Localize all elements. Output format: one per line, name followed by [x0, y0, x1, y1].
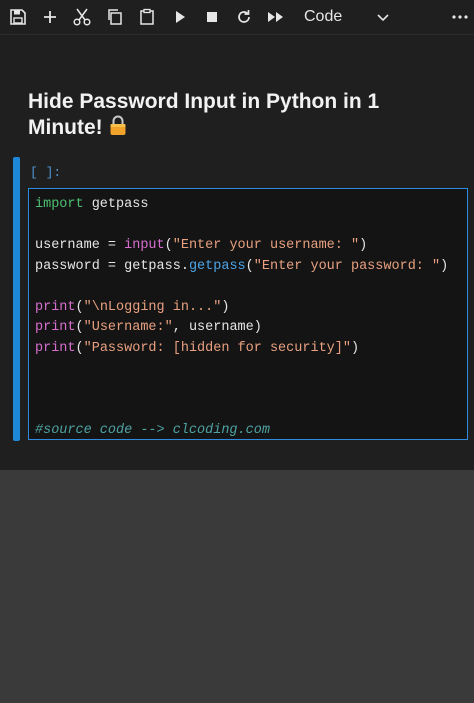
code-token: "Username:" — [83, 320, 173, 335]
code-line: print("\nLogging in...") — [35, 298, 448, 319]
code-token: ( — [245, 258, 254, 274]
code-token: ( — [75, 299, 84, 315]
paste-icon — [140, 8, 154, 25]
code-token: ) — [359, 238, 368, 253]
code-token: "Enter your username: " — [172, 238, 360, 253]
code-token: "\nLogging in..." — [83, 299, 222, 315]
interrupt-kernel-button[interactable] — [200, 5, 224, 29]
restart-icon — [238, 10, 250, 23]
save-button[interactable] — [6, 5, 30, 29]
code-token: ( — [75, 320, 84, 335]
code-token: "Enter your password: " — [253, 258, 441, 274]
notebook-toolbar: Code — [0, 0, 474, 35]
save-icon — [10, 9, 26, 25]
code-line: #source code --> clcoding.com — [35, 421, 448, 442]
code-line: import getpass — [35, 195, 448, 216]
code-token: ( — [75, 340, 84, 356]
run-cell-button[interactable] — [168, 5, 192, 29]
code-editor[interactable]: import getpass username = input("Enter y… — [28, 188, 468, 440]
code-token: ( — [164, 238, 173, 253]
lock-icon — [107, 114, 129, 142]
restart-kernel-button[interactable] — [232, 5, 256, 29]
code-token: import — [35, 197, 84, 212]
cell-active-indicator — [13, 157, 20, 441]
code-token: getpass — [188, 258, 246, 274]
code-token: password = getpass. — [35, 258, 189, 274]
code-token: username = — [35, 238, 125, 253]
add-cell-button[interactable] — [38, 5, 62, 29]
cut-cell-button[interactable] — [70, 5, 94, 29]
markdown-heading: Hide Password Input in Python in 1 Minut… — [28, 90, 448, 142]
cut-icon — [73, 8, 91, 26]
code-cell[interactable]: [ ]: import getpass username = input("En… — [13, 157, 471, 443]
copy-cell-button[interactable] — [103, 5, 127, 29]
code-token: print — [35, 320, 76, 335]
run-all-icon — [268, 12, 283, 22]
code-token: input — [124, 238, 165, 253]
copy-icon — [108, 9, 122, 25]
code-token: #source code --> clcoding.com — [35, 422, 270, 438]
code-line: username = input("Enter your username: "… — [35, 236, 448, 257]
notebook-window: Code Hide Password Input in Python in 1 … — [0, 0, 474, 703]
plus-icon — [44, 11, 56, 23]
code-token: ) — [350, 340, 360, 356]
cell-type-label: Code — [304, 8, 343, 25]
chevron-down-icon — [377, 14, 389, 22]
cell-type-dropdown[interactable]: Code — [296, 4, 396, 30]
code-token: ) — [440, 258, 449, 274]
code-token: "Password: [hidden for security]" — [83, 340, 351, 356]
code-line: password = getpass.getpass("Enter your p… — [35, 257, 448, 278]
code-line: print("Password: [hidden for security]") — [35, 339, 448, 360]
run-icon — [176, 11, 185, 23]
code-lines: import getpass username = input("Enter y… — [35, 195, 448, 441]
markdown-cell[interactable]: Hide Password Input in Python in 1 Minut… — [28, 90, 448, 142]
code-token: ) — [221, 299, 230, 315]
code-token: getpass — [83, 197, 149, 212]
code-token: print — [35, 299, 76, 315]
more-icon — [452, 15, 468, 19]
code-token: print — [35, 340, 76, 356]
paste-cell-button[interactable] — [135, 5, 159, 29]
run-all-button[interactable] — [264, 5, 288, 29]
notebook-panel: Code Hide Password Input in Python in 1 … — [0, 0, 474, 470]
heading-text: Hide Password Input in Python in 1 Minut… — [28, 90, 380, 139]
stop-icon — [207, 12, 217, 22]
more-options-button[interactable] — [448, 5, 472, 29]
code-token: , username) — [172, 320, 262, 335]
execution-count: [ ]: — [30, 165, 62, 180]
code-line: print("Username:", username) — [35, 318, 448, 339]
